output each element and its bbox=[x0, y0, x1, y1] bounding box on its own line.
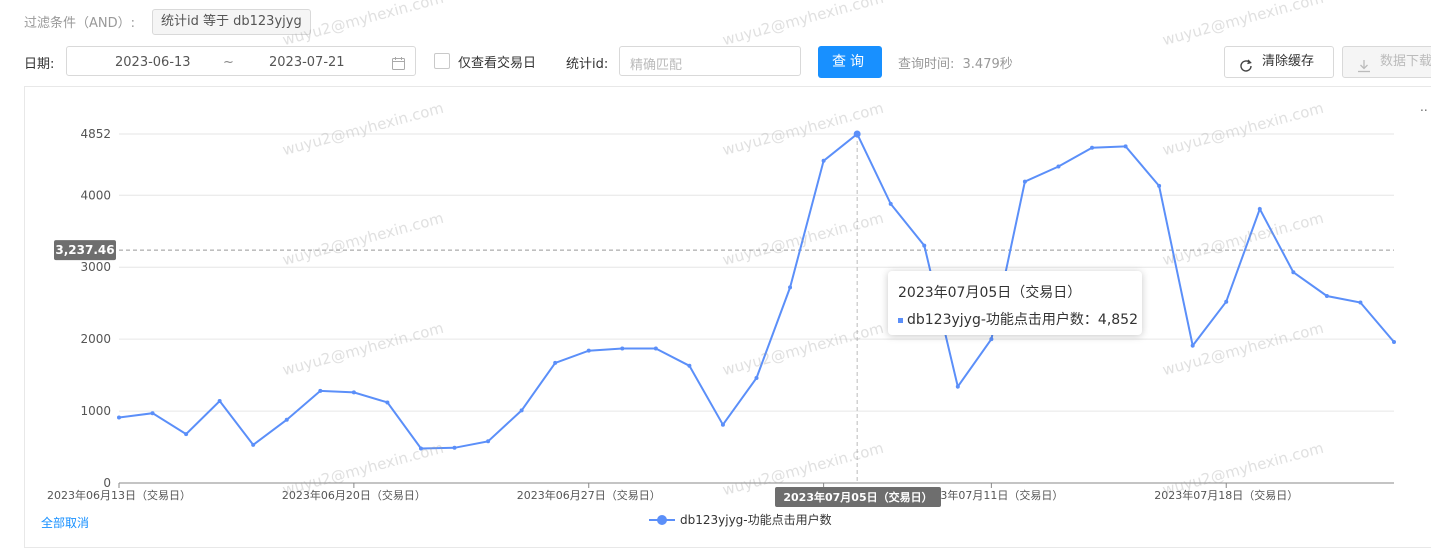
data-point[interactable] bbox=[150, 411, 155, 416]
tooltip-value: 4,852 bbox=[1097, 312, 1138, 328]
data-point[interactable] bbox=[1190, 343, 1195, 348]
data-point[interactable] bbox=[217, 399, 222, 404]
data-point[interactable] bbox=[1022, 179, 1027, 184]
data-point[interactable] bbox=[1224, 299, 1229, 304]
y-tick-label: 4000 bbox=[80, 188, 111, 202]
data-point[interactable] bbox=[1291, 270, 1296, 275]
data-point[interactable] bbox=[955, 384, 960, 389]
legend-label[interactable]: db123yjyg-功能点击用户数 bbox=[680, 512, 832, 527]
data-point[interactable] bbox=[318, 388, 323, 393]
tooltip-series-marker bbox=[898, 317, 903, 323]
chart-tooltip: 2023年07月05日（交易日） db123yjyg-功能点击用户数：4,852 bbox=[888, 271, 1142, 335]
data-point[interactable] bbox=[486, 439, 491, 444]
data-point[interactable] bbox=[720, 422, 725, 427]
data-point[interactable] bbox=[519, 408, 524, 413]
x-tick-label: 2023年06月27日（交易日） bbox=[517, 488, 661, 502]
y-tick-label: 3000 bbox=[80, 260, 111, 274]
y-tick-label: 0 bbox=[103, 476, 111, 490]
data-point[interactable] bbox=[385, 400, 390, 405]
data-point[interactable] bbox=[1157, 183, 1162, 188]
data-point[interactable] bbox=[452, 445, 457, 450]
data-point[interactable] bbox=[754, 375, 759, 380]
data-point[interactable] bbox=[1358, 300, 1363, 305]
y-tick-label: 1000 bbox=[80, 404, 111, 418]
data-point[interactable] bbox=[853, 130, 861, 138]
data-point[interactable] bbox=[351, 390, 356, 395]
x-tick-label: 2023年07月18日（交易日） bbox=[1154, 488, 1298, 502]
line-chart: 0 1000 2000 3000 4000 4852 2023年06月13日（交易日） 202… bbox=[47, 127, 1396, 527]
legend-marker[interactable] bbox=[657, 515, 667, 525]
data-point[interactable] bbox=[653, 346, 658, 351]
data-point[interactable] bbox=[788, 285, 793, 290]
tooltip-row: db123yjyg-功能点击用户数：4,852 bbox=[898, 309, 1138, 329]
data-point[interactable] bbox=[989, 337, 994, 342]
data-point[interactable] bbox=[1392, 340, 1396, 345]
data-point[interactable] bbox=[586, 348, 591, 353]
data-point[interactable] bbox=[284, 417, 289, 422]
data-point[interactable] bbox=[1324, 293, 1329, 298]
data-point[interactable] bbox=[184, 432, 189, 437]
tooltip-series-label: db123yjyg-功能点击用户数 bbox=[907, 312, 1084, 328]
x-tick-label: 2023年06月13日（交易日） bbox=[47, 488, 191, 502]
data-point[interactable] bbox=[620, 346, 625, 351]
data-point[interactable] bbox=[922, 243, 927, 248]
y-tick-label: 2000 bbox=[80, 332, 111, 346]
series-line bbox=[118, 132, 1395, 450]
crosshair-y-label: 3,237.46 bbox=[55, 243, 114, 257]
data-point[interactable] bbox=[251, 442, 256, 447]
data-point[interactable] bbox=[553, 360, 558, 365]
data-point[interactable] bbox=[888, 201, 893, 206]
data-point[interactable] bbox=[1257, 206, 1262, 211]
tooltip-colon: ： bbox=[1083, 312, 1098, 328]
y-tick-label: 4852 bbox=[80, 127, 111, 141]
data-point[interactable] bbox=[1090, 145, 1095, 150]
data-point[interactable] bbox=[117, 415, 121, 420]
crosshair-x-label: 2023年07月05日（交易日） bbox=[783, 490, 932, 504]
data-point[interactable] bbox=[418, 446, 423, 451]
data-point[interactable] bbox=[821, 158, 826, 163]
x-tick-label: 2023年06月20日（交易日） bbox=[282, 488, 426, 502]
data-point[interactable] bbox=[1123, 144, 1128, 149]
data-point[interactable] bbox=[687, 363, 692, 368]
tooltip-title: 2023年07月05日（交易日） bbox=[898, 285, 1082, 301]
data-point[interactable] bbox=[1056, 164, 1061, 169]
cancel-all-link[interactable]: 全部取消 bbox=[41, 514, 89, 531]
